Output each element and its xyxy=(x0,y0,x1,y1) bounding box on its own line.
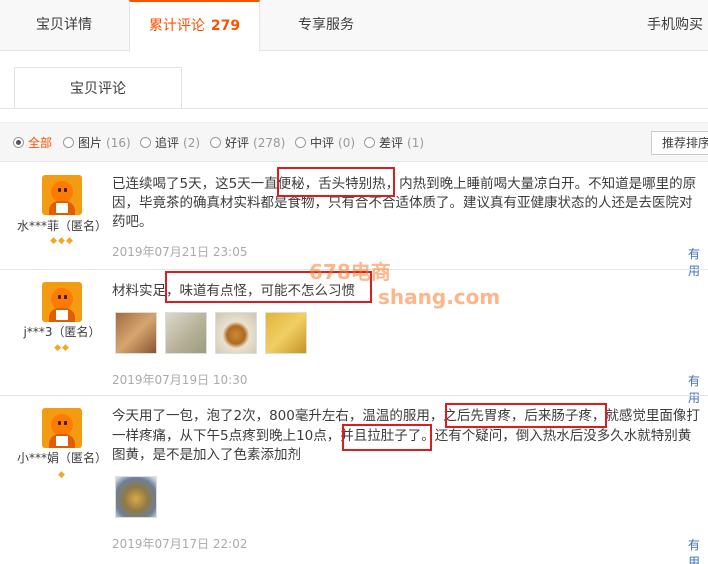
level-badge-icon: ◆ xyxy=(58,470,66,480)
tab-item-details[interactable]: 宝贝详情 xyxy=(0,0,128,51)
review-date: 2019年07月21日 23:05 xyxy=(112,245,248,259)
radio-icon xyxy=(140,137,151,148)
filter-count: (1) xyxy=(407,135,425,150)
filter-label: 图片 xyxy=(78,136,103,150)
filter-positive[interactable]: 好评 (278) xyxy=(210,134,285,151)
sort-dropdown[interactable]: 推荐排序 xyxy=(651,131,708,155)
review-photo[interactable] xyxy=(165,312,207,354)
useful-button[interactable]: 有用 xyxy=(688,536,708,564)
avatar xyxy=(42,175,82,215)
review-text-line: 药吧。 xyxy=(112,214,153,230)
review-photos xyxy=(115,476,157,518)
highlight-box xyxy=(342,424,432,451)
radio-icon xyxy=(210,137,221,148)
filter-count: (278) xyxy=(253,135,286,150)
tab-bar: 宝贝详情 累计评论 279 专享服务 手机购买 xyxy=(0,0,708,52)
filter-neutral[interactable]: 中评 (0) xyxy=(295,134,355,151)
tab-exclusive-service[interactable]: 专享服务 xyxy=(262,0,390,51)
filter-followup[interactable]: 追评 (2) xyxy=(140,134,200,151)
review-date: 2019年07月17日 22:02 xyxy=(112,537,248,551)
tab-mobile-purchase[interactable]: 手机购买 xyxy=(620,0,708,51)
subtab-divider xyxy=(0,108,708,109)
review-photo[interactable] xyxy=(115,476,157,518)
review-count: 279 xyxy=(210,18,241,34)
reviewer-name: 水***菲（匿名） xyxy=(16,219,107,233)
filter-all[interactable]: 全部 xyxy=(13,134,52,151)
useful-button[interactable]: 有用 xyxy=(688,245,708,279)
avatar xyxy=(42,282,82,322)
filter-label: 全部 xyxy=(28,136,53,150)
filter-negative[interactable]: 差评 (1) xyxy=(364,134,424,151)
avatar xyxy=(42,408,82,448)
review-text-line: 因，毕竟茶的确真材实料都是食物，只有合不合适体质了。建议真有亚健康状态的人还是去… xyxy=(112,195,693,211)
useful-button[interactable]: 有用 xyxy=(688,372,708,406)
radio-icon xyxy=(295,137,306,148)
filter-count: (2) xyxy=(183,135,201,150)
reviewer-name: 小***娟（匿名） xyxy=(16,451,107,465)
subtab-item-reviews[interactable]: 宝贝评论 xyxy=(14,67,182,109)
review-text-line: 已连续喝了5天，这5天一直便秘，舌头特别热，内热到晚上睡前喝大量凉白开。不知道是… xyxy=(112,176,697,192)
review-date: 2019年07月19日 10:30 xyxy=(112,373,248,387)
watermark: 678电商 xyxy=(309,260,391,284)
filter-label: 追评 xyxy=(155,136,180,150)
filter-label: 好评 xyxy=(225,136,250,150)
review-photo[interactable] xyxy=(115,312,157,354)
highlight-box xyxy=(277,167,395,197)
filter-label: 差评 xyxy=(379,136,404,150)
filter-label: 中评 xyxy=(310,136,335,150)
highlight-box xyxy=(445,403,607,428)
review-photo[interactable] xyxy=(215,312,257,354)
review-photos xyxy=(115,312,307,354)
filter-count: (16) xyxy=(106,135,131,150)
filter-count: (0) xyxy=(338,135,356,150)
filter-images[interactable]: 图片 (16) xyxy=(63,134,131,151)
level-badge-icon: ◆◆◆ xyxy=(50,236,74,246)
reviewer-name: j***3（匿名） xyxy=(23,325,101,339)
level-badge-icon: ◆◆ xyxy=(54,343,70,353)
review-divider xyxy=(0,395,708,396)
watermark: shang.com xyxy=(378,285,501,309)
tab-reviews-label: 累计评论 xyxy=(148,18,205,34)
filter-bar: 全部 图片 (16) 追评 (2) 好评 (278) 中评 (0) 差评 (1) 推荐排序 xyxy=(0,122,708,162)
radio-icon xyxy=(13,137,24,148)
radio-icon xyxy=(364,137,375,148)
tab-reviews[interactable]: 累计评论 279 xyxy=(129,0,260,52)
radio-icon xyxy=(63,137,74,148)
review-photo[interactable] xyxy=(265,312,307,354)
